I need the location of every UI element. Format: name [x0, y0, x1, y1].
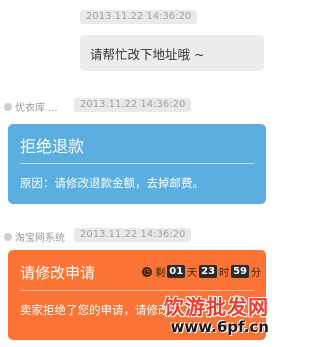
- countdown-days: 01: [167, 265, 186, 278]
- watermark-logo: 饮游批发网 www.6pf.cn: [164, 291, 269, 336]
- card-title: 拒绝退款: [20, 137, 85, 156]
- watermark-title: 饮游批发网: [164, 295, 269, 319]
- card-reason: 原因：请修改退款金额，去掉邮费。: [20, 176, 204, 190]
- countdown-hours: 23: [199, 265, 218, 278]
- countdown-days-unit: 天: [187, 268, 198, 279]
- sender-label: 淘宝网系统: [15, 233, 65, 244]
- countdown-timer: ◷ 剩 01 天 23 时 59 分: [142, 264, 262, 279]
- message-timestamp: 2013.11.22 14:36:20: [74, 98, 192, 112]
- sender-name: 淘宝网系统: [4, 229, 65, 244]
- watermark-url: www.6pf.cn: [170, 318, 269, 336]
- countdown-hours-unit: 时: [219, 268, 230, 279]
- card-divider: [20, 163, 254, 164]
- message-text: 请帮忙改下地址哦 ~: [90, 46, 205, 62]
- countdown-minutes: 59: [231, 265, 249, 278]
- message-bubble[interactable]: 请帮忙改下地址哦 ~: [80, 35, 264, 71]
- card-title: 请修改申请: [20, 264, 96, 282]
- countdown-prefix: 剩: [155, 268, 166, 279]
- sender-avatar-icon: [4, 232, 12, 241]
- sender-name: 优衣库 ...: [4, 99, 58, 114]
- clock-icon: ◷: [142, 266, 153, 277]
- card-message: 卖家拒绝了您的申请，请修改: [20, 303, 170, 317]
- message-timestamp: 2013.11.22 14:36:20: [80, 10, 198, 24]
- sender-avatar-icon: [4, 102, 12, 111]
- countdown-minutes-unit: 分: [251, 268, 261, 279]
- sender-label: 优衣库 ...: [15, 103, 58, 114]
- message-timestamp: 2013.11.22 14:36:20: [74, 228, 192, 242]
- refund-refused-card[interactable]: 拒绝退款 原因：请修改退款金额，去掉邮费。: [8, 124, 266, 204]
